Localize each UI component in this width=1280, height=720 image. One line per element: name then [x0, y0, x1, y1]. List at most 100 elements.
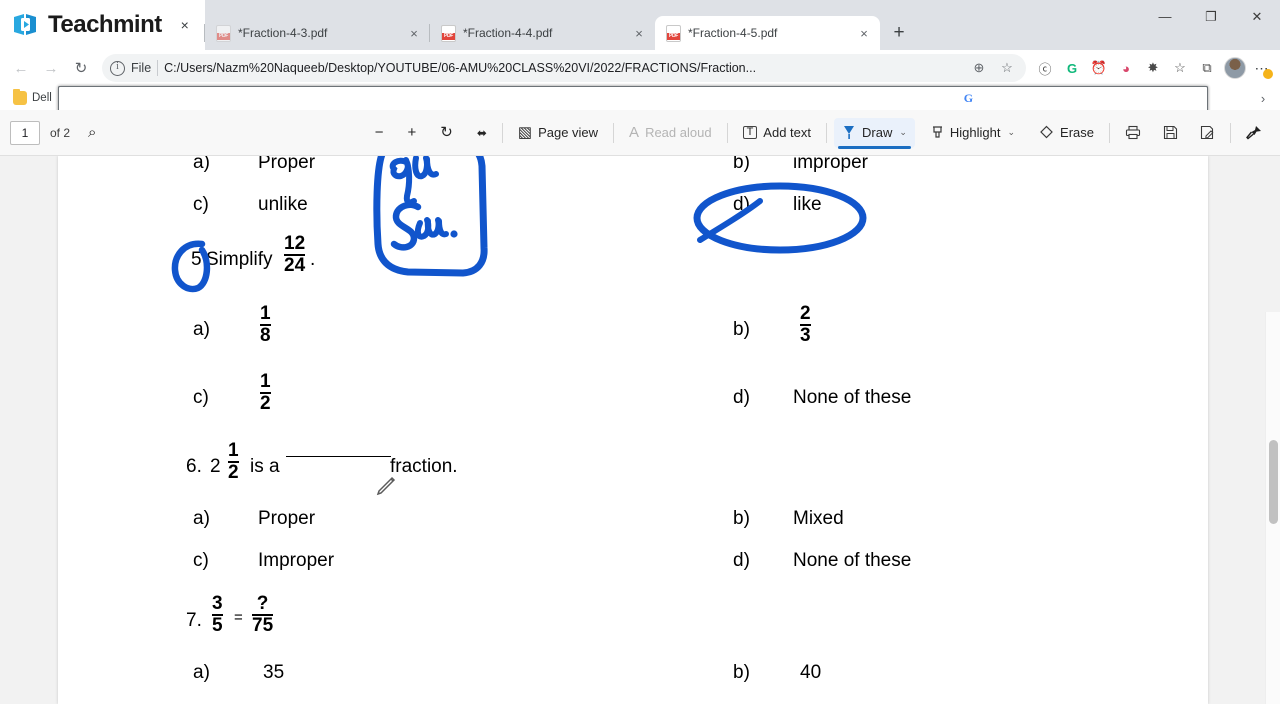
- q4-option-a-text: Proper: [258, 156, 316, 173]
- maximize-button[interactable]: ❐: [1188, 0, 1234, 33]
- zoom-in-button[interactable]: +: [399, 118, 424, 148]
- q5-option-c-letter: c): [193, 387, 209, 408]
- rotate-button[interactable]: ↻: [432, 118, 461, 148]
- bookmark-label: Dell: [32, 92, 52, 104]
- toolbar-divider: [726, 122, 728, 143]
- teachmint-logo-icon: [10, 10, 40, 40]
- new-tab-button[interactable]: +: [884, 18, 914, 48]
- close-window-button[interactable]: ✕: [1234, 0, 1280, 33]
- erase-button[interactable]: Erase: [1031, 118, 1102, 148]
- numerator: 3: [212, 593, 223, 614]
- forward-button[interactable]: →: [36, 53, 66, 83]
- zoom-out-button[interactable]: −: [367, 118, 392, 148]
- window-bottom-strip: [0, 704, 1280, 720]
- teachmint-brand-tab[interactable]: Teachmint ×: [0, 0, 205, 50]
- tab-fraction-4-5[interactable]: *Fraction-4-5.pdf ×: [655, 16, 880, 50]
- add-text-button[interactable]: T Add text: [735, 118, 819, 148]
- add-text-label: Add text: [763, 125, 811, 140]
- browser-essentials-icon[interactable]: ⧉: [1194, 55, 1220, 81]
- q7-option-a-text: 35: [263, 662, 285, 683]
- address-bar[interactable]: File C:/Users/Nazm%20Naqueeb/Desktop/YOU…: [102, 54, 1026, 82]
- page-number-input[interactable]: 1: [10, 120, 40, 145]
- print-button[interactable]: [1117, 118, 1149, 148]
- q6-option-d-text: None of these: [793, 550, 912, 571]
- q4-option-b-letter: b): [733, 156, 750, 173]
- q6-number: 6.: [186, 456, 202, 477]
- pdf-page[interactable]: a) Proper b) improper c) unlike d) like …: [58, 156, 1208, 704]
- q6-option-b-text: Mixed: [793, 508, 844, 529]
- colorful-extension-icon[interactable]: ◕: [1113, 55, 1139, 81]
- q4-option-b-text: improper: [793, 156, 868, 173]
- fit-page-icon: ⬌: [476, 125, 487, 140]
- brand-tab-close-icon[interactable]: ×: [172, 12, 198, 38]
- zoom-icon[interactable]: ⊕: [968, 57, 990, 79]
- numerator: ?: [256, 593, 269, 614]
- reload-button[interactable]: ↻: [66, 53, 96, 83]
- highlight-button[interactable]: Highlight ⌄: [923, 118, 1023, 148]
- vertical-scrollbar[interactable]: ▼: [1265, 312, 1280, 704]
- minimize-button[interactable]: —: [1142, 0, 1188, 33]
- q5-option-b-fraction: 2 3: [800, 304, 811, 346]
- bookmark-dell[interactable]: Dell: [6, 88, 59, 108]
- scrollbar-thumb[interactable]: [1269, 440, 1278, 524]
- pdf-icon: [666, 24, 681, 42]
- save-button[interactable]: [1155, 118, 1186, 148]
- minus-icon: −: [374, 124, 384, 141]
- page-view-icon: ▧: [517, 124, 533, 141]
- pin-toolbar-button[interactable]: [1238, 118, 1270, 148]
- q4-option-c-text: unlike: [258, 194, 308, 215]
- folder-icon: [13, 89, 27, 105]
- draw-button[interactable]: Draw ⌄: [834, 117, 915, 149]
- viewer-left-gutter: [0, 312, 58, 704]
- cookie-extension-icon[interactable]: ✸: [1140, 55, 1166, 81]
- grammarly-icon[interactable]: G: [1059, 55, 1085, 81]
- denominator: 8: [260, 323, 271, 346]
- q4-option-c-letter: c): [193, 194, 209, 215]
- q6-option-c-letter: c): [193, 550, 209, 571]
- tab-close-icon[interactable]: ×: [854, 23, 874, 43]
- browser-menu-button[interactable]: ⋯: [1250, 55, 1274, 81]
- q5-option-c-fraction: 1 2: [260, 372, 271, 414]
- q5-prompt: Simplify: [206, 249, 273, 270]
- google-icon: G: [963, 91, 974, 105]
- avatar[interactable]: [1224, 57, 1246, 79]
- q6-option-a-letter: a): [193, 508, 210, 529]
- bookmark-motor-controls[interactable]: Motor Controls Basi...: [58, 86, 1208, 634]
- add-text-icon: T: [742, 126, 758, 139]
- alarm-clock-icon[interactable]: ⏰: [1086, 55, 1112, 81]
- q6-option-c-text: Improper: [258, 550, 335, 571]
- browser-window: Teachmint × *Fraction-4-3.pdf × *Fractio…: [0, 0, 1280, 720]
- bookmarks-overflow-icon[interactable]: ›: [1252, 87, 1274, 109]
- site-info-icon[interactable]: [110, 60, 125, 76]
- search-button[interactable]: ⌕: [80, 118, 104, 148]
- save-as-button[interactable]: [1192, 118, 1223, 148]
- fit-page-button[interactable]: ⬌: [469, 118, 495, 148]
- chevron-down-icon[interactable]: ⌄: [1007, 127, 1015, 138]
- q7-left-fraction: 3 5: [212, 594, 223, 636]
- url-text[interactable]: C:/Users/Nazm%20Naqueeb/Desktop/YOUTUBE/…: [164, 61, 962, 75]
- q4-option-a-letter: a): [193, 156, 210, 173]
- tab-close-icon[interactable]: ×: [404, 23, 424, 43]
- page-view-button[interactable]: ▧ Page view: [510, 118, 606, 148]
- tab-close-icon[interactable]: ×: [629, 23, 649, 43]
- q4-option-d-letter: d): [733, 194, 750, 215]
- tab-title: *Fraction-4-3.pdf: [238, 26, 328, 40]
- q6-option-a-text: Proper: [258, 508, 316, 529]
- toolbar-divider: [1109, 122, 1110, 143]
- add-favorite-icon[interactable]: ☆: [996, 57, 1018, 79]
- q5-option-a-letter: a): [193, 319, 210, 340]
- printer-icon: [1125, 125, 1141, 140]
- collections-icon[interactable]: ☆: [1167, 55, 1193, 81]
- pdf-viewer[interactable]: a) Proper b) improper c) unlike d) like …: [0, 156, 1280, 704]
- tab-fraction-4-3[interactable]: *Fraction-4-3.pdf ×: [204, 16, 430, 50]
- draw-pen-icon: [842, 125, 856, 141]
- q5-fraction: 12 24: [284, 234, 306, 276]
- back-button[interactable]: ←: [6, 53, 36, 83]
- q6-option-b-letter: b): [733, 508, 750, 529]
- tab-fraction-4-4[interactable]: *Fraction-4-4.pdf ×: [429, 16, 655, 50]
- extension-icon-dark-circle[interactable]: ⓒ: [1032, 55, 1058, 81]
- toolbar-divider: [1230, 122, 1231, 143]
- chevron-down-icon[interactable]: ⌄: [899, 127, 907, 138]
- read-aloud-icon: A: [629, 124, 640, 141]
- read-aloud-label: Read aloud: [645, 125, 712, 140]
